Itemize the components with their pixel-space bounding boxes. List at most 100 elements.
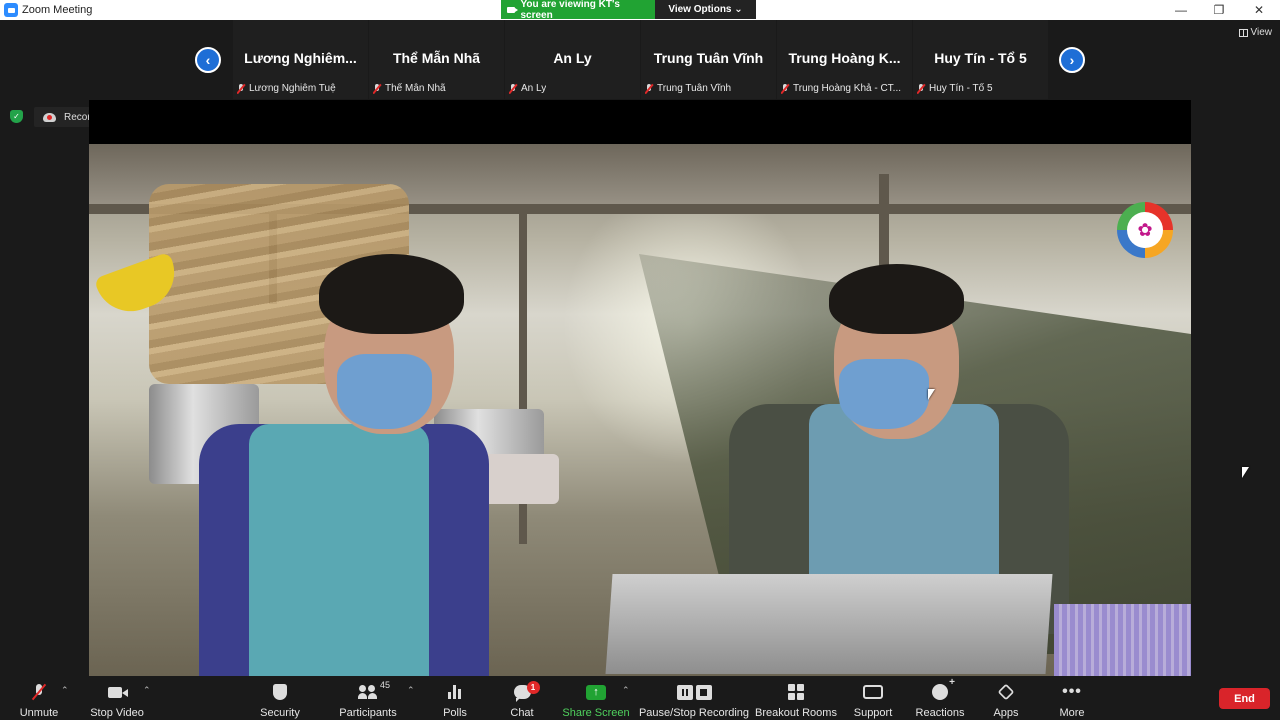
steel-tray bbox=[605, 574, 1053, 674]
audio-options-caret-icon[interactable]: ⌃ bbox=[61, 685, 69, 696]
unmute-label: Unmute bbox=[19, 707, 59, 719]
participant-label-text: Trung Tuân Vĩnh bbox=[657, 83, 732, 94]
share-options-caret-icon[interactable]: ⌃ bbox=[622, 685, 630, 696]
participant-name-label: Trung Tuân Vĩnh bbox=[645, 83, 731, 94]
next-page-button[interactable]: › bbox=[1059, 47, 1085, 73]
cloud-recording-icon bbox=[43, 112, 56, 122]
previous-page-button[interactable]: ‹ bbox=[195, 47, 221, 73]
stop-video-button[interactable]: Stop Video bbox=[88, 676, 146, 720]
apps-icon bbox=[997, 683, 1015, 701]
pause-stop-recording-button[interactable]: Pause/Stop Recording bbox=[638, 676, 750, 720]
participant-name-label: Thể Mẫn Nhã bbox=[373, 83, 446, 94]
breakout-rooms-label: Breakout Rooms bbox=[755, 707, 837, 719]
reactions-button[interactable]: Reactions bbox=[915, 676, 965, 720]
breakout-rooms-icon bbox=[788, 684, 804, 700]
security-button[interactable]: Security bbox=[255, 676, 305, 720]
video-options-caret-icon[interactable]: ⌃ bbox=[143, 685, 151, 696]
pause-stop-recording-label: Pause/Stop Recording bbox=[638, 707, 750, 719]
participant-tile[interactable]: An Ly An Ly bbox=[505, 20, 640, 99]
participants-icon bbox=[358, 685, 378, 699]
apps-label: Apps bbox=[993, 707, 1019, 719]
view-options-button[interactable]: View Options ⌄ bbox=[655, 0, 756, 19]
chat-bubble-icon: 1 bbox=[513, 681, 540, 702]
polls-button[interactable]: Polls bbox=[435, 676, 475, 720]
purple-basket bbox=[1054, 604, 1191, 676]
bar-chart-icon bbox=[448, 685, 462, 699]
chat-button[interactable]: 1 Chat bbox=[502, 676, 542, 720]
remote-cursor-icon bbox=[928, 389, 935, 400]
support-button[interactable]: Support bbox=[850, 676, 896, 720]
camera-icon bbox=[507, 6, 520, 13]
support-screen-icon bbox=[863, 685, 883, 699]
meeting-toolbar: Unmute ⌃ Stop Video ⌃ Security 45 Partic… bbox=[0, 676, 1280, 720]
encryption-shield-icon[interactable]: ✓ bbox=[10, 110, 23, 123]
participant-display-name: Huy Tín - Tổ 5 bbox=[934, 50, 1027, 66]
participant-display-name: Trung Hoàng K... bbox=[788, 50, 901, 66]
mic-muted-icon bbox=[917, 83, 925, 94]
ellipsis-icon: ••• bbox=[1062, 683, 1082, 700]
zoom-meeting-window: Zoom Meeting — ❐ ✕ You are viewing KT's … bbox=[0, 0, 1280, 720]
mic-muted-icon bbox=[373, 83, 381, 94]
participant-display-name: Trung Tuân Vĩnh bbox=[653, 50, 764, 66]
more-button[interactable]: ••• More bbox=[1055, 676, 1089, 720]
participant-label-text: An Ly bbox=[521, 83, 547, 94]
share-screen-label: Share Screen bbox=[562, 707, 630, 719]
viewing-screen-text: You are viewing KT's screen bbox=[520, 0, 620, 21]
polls-label: Polls bbox=[443, 707, 467, 719]
zoom-logo-icon bbox=[4, 3, 18, 17]
participant-tile[interactable]: Huy Tín - Tổ 5 Huy Tín - Tổ 5 bbox=[913, 20, 1048, 99]
unread-chat-badge: 1 bbox=[526, 681, 540, 694]
unmute-button[interactable]: Unmute bbox=[14, 676, 64, 720]
share-screen-button[interactable]: ↑ Share Screen bbox=[562, 676, 630, 720]
participants-options-caret-icon[interactable]: ⌃ bbox=[407, 685, 415, 696]
view-layout-label: View bbox=[1250, 27, 1273, 38]
microphone-muted-icon bbox=[34, 684, 44, 700]
mic-muted-icon bbox=[237, 83, 245, 94]
participant-tile[interactable]: Lương Nghiêm... Lương Nghiêm Tuệ bbox=[233, 20, 368, 99]
view-options-label: View Options ⌄ bbox=[668, 4, 743, 15]
gallery-grid-icon bbox=[1238, 28, 1248, 37]
screen-share-banner: You are viewing KT's screen View Options… bbox=[501, 0, 756, 21]
end-meeting-button[interactable]: End bbox=[1219, 688, 1270, 709]
participant-display-name: Lương Nghiêm... bbox=[244, 50, 357, 66]
window-title: Zoom Meeting bbox=[22, 4, 93, 16]
channel-logo-icon: ✿ bbox=[1117, 202, 1173, 258]
minimize-button[interactable]: — bbox=[1162, 0, 1200, 20]
restore-button[interactable]: ❐ bbox=[1200, 0, 1238, 20]
shield-icon bbox=[273, 684, 287, 700]
mic-muted-icon bbox=[645, 83, 653, 94]
security-label: Security bbox=[260, 707, 300, 719]
participant-label-text: Thể Mẫn Nhã bbox=[385, 83, 446, 94]
more-label: More bbox=[1059, 707, 1085, 719]
participant-name-label: An Ly bbox=[509, 83, 546, 94]
chat-label: Chat bbox=[510, 707, 534, 719]
shared-screen-view: ✿ bbox=[89, 100, 1191, 676]
close-button[interactable]: ✕ bbox=[1240, 0, 1278, 20]
video-camera-icon bbox=[107, 686, 128, 698]
participant-tile[interactable]: Trung Hoàng K... Trung Hoàng Khả - CT... bbox=[777, 20, 912, 99]
participant-label-text: Trung Hoàng Khả - CT... bbox=[793, 83, 902, 94]
chevron-left-icon: ‹ bbox=[205, 52, 211, 68]
smiley-add-icon bbox=[932, 677, 955, 700]
participants-label: Participants bbox=[339, 707, 397, 719]
shared-video-frame: ✿ bbox=[89, 144, 1191, 676]
participant-tile[interactable]: Thể Mẫn Nhã Thể Mẫn Nhã bbox=[369, 20, 504, 99]
participants-count: 45 bbox=[380, 680, 391, 690]
mouse-cursor-icon bbox=[1242, 467, 1249, 478]
participant-display-name: Thể Mẫn Nhã bbox=[392, 50, 481, 66]
support-label: Support bbox=[853, 707, 893, 719]
chevron-right-icon: › bbox=[1069, 52, 1075, 68]
participants-button[interactable]: 45 Participants bbox=[337, 676, 399, 720]
apps-button[interactable]: Apps bbox=[990, 676, 1022, 720]
view-layout-button[interactable]: View bbox=[1238, 27, 1273, 38]
participant-tile[interactable]: Trung Tuân Vĩnh Trung Tuân Vĩnh bbox=[641, 20, 776, 99]
participant-name-label: Huy Tín - Tổ 5 bbox=[917, 83, 993, 94]
participant-label-text: Lương Nghiêm Tuệ bbox=[249, 83, 336, 94]
pause-stop-icon bbox=[676, 684, 712, 700]
share-arrow-icon: ↑ bbox=[586, 684, 606, 700]
participant-name-label: Lương Nghiêm Tuệ bbox=[237, 83, 336, 94]
viewing-screen-indicator: You are viewing KT's screen bbox=[501, 0, 655, 21]
breakout-rooms-button[interactable]: Breakout Rooms bbox=[755, 676, 837, 720]
end-meeting-label: End bbox=[1234, 692, 1255, 705]
participant-thumbnail-strip: Lương Nghiêm... Lương Nghiêm Tuệ Thể Mẫn… bbox=[233, 20, 1048, 99]
